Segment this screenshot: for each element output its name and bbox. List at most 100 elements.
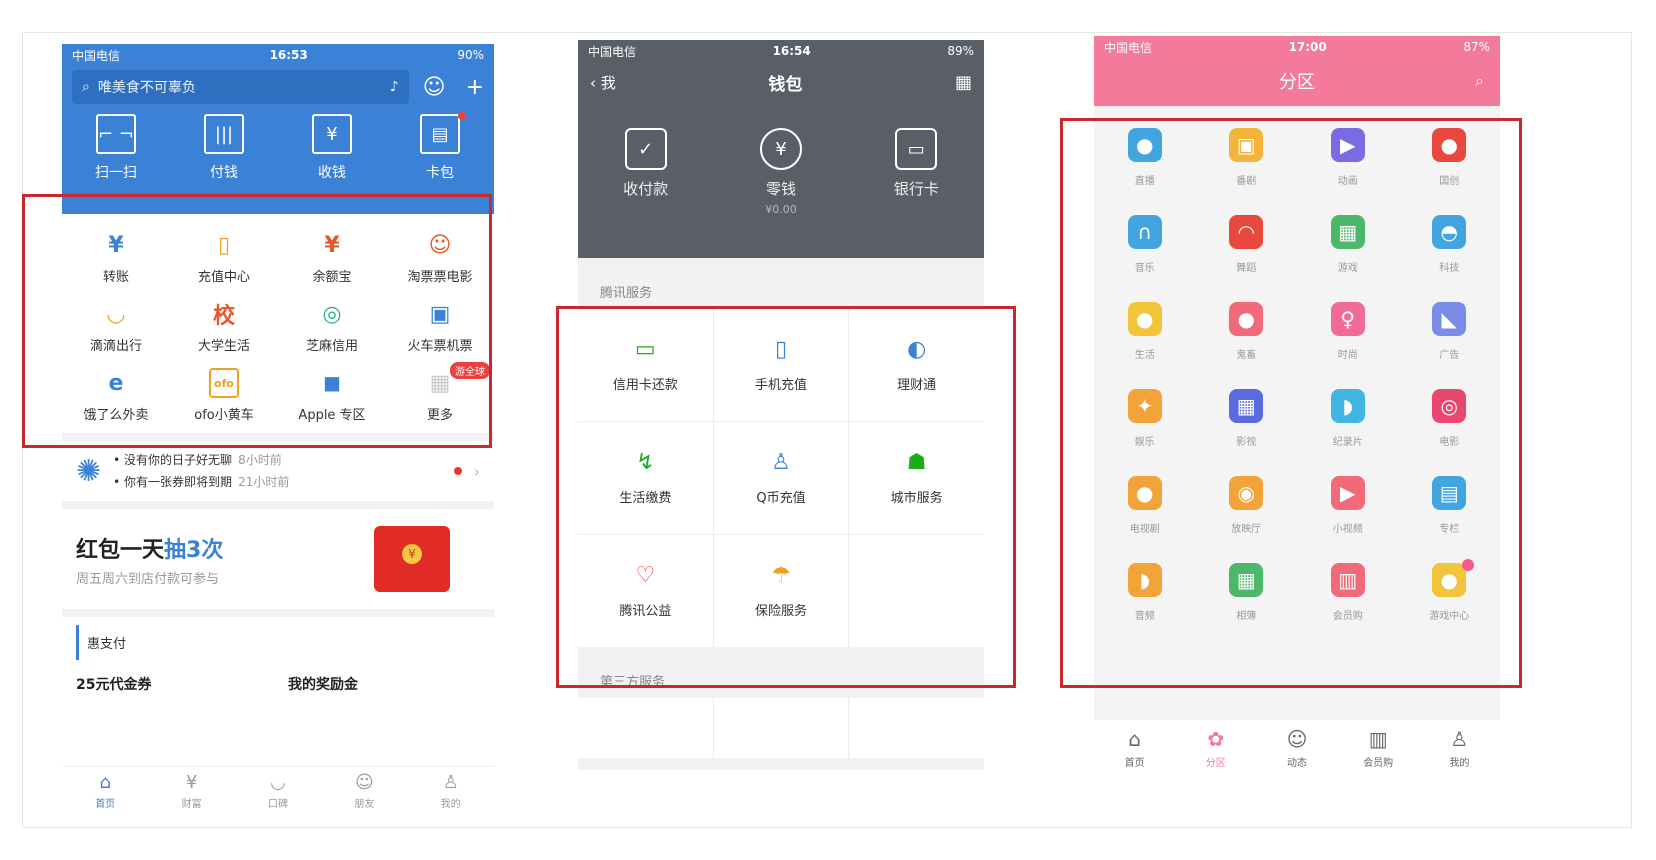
tab-2[interactable]: ◡ 口碑 xyxy=(235,767,321,814)
notification-panel[interactable]: ✺ • 没有你的日子好无聊 8小时前 • 你有一张券即将到期 21小时前 › xyxy=(62,441,494,501)
service-item[interactable]: ☗ 城市服务 xyxy=(849,422,984,534)
service-item[interactable]: ▭ 信用卡还款 xyxy=(578,309,713,421)
category-label: 电视剧 xyxy=(1129,524,1160,535)
search-icon[interactable]: ⌕ xyxy=(1475,71,1484,91)
chevron-right-icon[interactable]: › xyxy=(474,462,480,481)
category-item[interactable]: ▶ 小视频 xyxy=(1297,476,1399,535)
duck-icon: ● xyxy=(1127,302,1162,336)
category-label: 动画 xyxy=(1337,176,1358,187)
grid-item[interactable]: ¥ 转账 xyxy=(62,230,170,286)
category-item[interactable]: ◠ 舞蹈 xyxy=(1196,215,1298,274)
category-item[interactable]: ♀ 时尚 xyxy=(1297,302,1399,361)
service-item[interactable]: ♡ 腾讯公益 xyxy=(578,535,713,647)
grid-item[interactable]: 校大学生活 xyxy=(170,299,278,354)
tab-1[interactable]: ✿ 分区 xyxy=(1175,720,1256,776)
category-item[interactable]: ▦ 影视 xyxy=(1196,389,1298,448)
back-button[interactable]: ‹ 我 xyxy=(590,72,616,93)
service-item[interactable]: ◐ 理财通 xyxy=(849,309,984,421)
category-item[interactable]: ▦ 游戏 xyxy=(1297,215,1399,274)
category-item[interactable]: ∩ 音乐 xyxy=(1094,215,1196,274)
didi-icon: ◡ xyxy=(107,301,125,327)
grid-item[interactable]: ▣ 火车票机票 xyxy=(386,299,494,355)
category-item[interactable]: ● 鬼畜 xyxy=(1196,302,1298,361)
top-action-3[interactable]: ▤ 卡包 xyxy=(386,112,494,182)
wallet-item[interactable]: ▭ 银行卡 xyxy=(849,128,984,216)
tab-3[interactable]: ☺ 朋友 xyxy=(321,767,407,814)
tab-2[interactable]: ☺ 动态 xyxy=(1256,720,1337,776)
grid-item[interactable]: ◡ 滴滴出行 xyxy=(62,299,170,355)
add-icon[interactable]: + xyxy=(466,75,484,100)
category-item[interactable]: ▶ 动画 xyxy=(1297,128,1399,187)
grid-item-label: Apple 专区 xyxy=(298,408,366,423)
shopping-bag-icon: ▥ xyxy=(1330,563,1365,597)
notice-item: • 没有你的日子好无聊 8小时前 xyxy=(113,453,282,467)
category-item[interactable]: ▤ 专栏 xyxy=(1399,476,1501,535)
grid-item[interactable]: ☺ 淘票票电影 xyxy=(386,230,494,286)
category-item[interactable]: ◎ 电影 xyxy=(1399,389,1501,448)
grid-item[interactable]: e 饿了么外卖 xyxy=(62,368,170,424)
notification-badge xyxy=(1462,559,1474,571)
grid-item-label: 大学生活 xyxy=(197,339,250,354)
category-item[interactable]: ◉ 放映厅 xyxy=(1196,476,1298,535)
wallet-item[interactable]: ¥ 零钱 ¥0.00 xyxy=(713,128,848,216)
category-item[interactable]: ● 国创 xyxy=(1399,128,1501,187)
dolphin-icon: ◗ xyxy=(1330,389,1365,423)
clock: 16:53 xyxy=(269,48,308,62)
microphone-icon[interactable]: ♪ xyxy=(390,79,399,95)
top-action-1[interactable]: ||| 付钱 xyxy=(170,114,278,182)
monkey-icon: ● xyxy=(1229,302,1264,336)
red-envelope-icon xyxy=(374,526,450,592)
divider xyxy=(62,501,494,509)
red-packet-banner[interactable]: 红包一天抽3次 周五周六到店付款可参与 xyxy=(62,509,494,609)
fan-icon: ◠ xyxy=(1229,215,1264,249)
category-item[interactable]: ● 生活 xyxy=(1094,302,1196,361)
search-input[interactable]: ⌕ 唯美食不可辜负 ♪ xyxy=(72,70,409,104)
service-item[interactable]: ☂ 保险服务 xyxy=(713,535,849,647)
tab-1[interactable]: ¥ 财富 xyxy=(148,767,234,814)
service-item[interactable]: ▯ 手机充值 xyxy=(713,309,849,421)
tab-4[interactable]: ♙ 我的 xyxy=(408,767,494,814)
category-label: 番剧 xyxy=(1236,176,1257,187)
promo-item[interactable]: 我的奖励金 xyxy=(288,674,480,694)
category-item[interactable]: ◓ 科技 xyxy=(1399,215,1501,274)
service-item[interactable]: ♙ Q币充值 xyxy=(713,422,849,534)
category-item[interactable]: ● 直播 xyxy=(1094,128,1196,187)
grid-item[interactable]: ◼ Apple 专区 xyxy=(278,368,386,424)
grid-item[interactable]: ofo ofo小黄车 xyxy=(170,368,278,423)
category-item[interactable]: ✦ 娱乐 xyxy=(1094,389,1196,448)
category-item[interactable]: ◗ 音频 xyxy=(1094,563,1196,622)
category-label: 专栏 xyxy=(1439,524,1460,535)
grid-item[interactable]: ¥ 余额宝 xyxy=(278,230,386,286)
tab-0[interactable]: ⌂ 首页 xyxy=(62,767,148,814)
category-item[interactable]: ● 游戏中心 xyxy=(1399,559,1501,622)
top-action-2[interactable]: ¥ 收钱 xyxy=(278,114,386,182)
chevron-left-icon: ‹ xyxy=(590,73,601,92)
category-label: 鬼畜 xyxy=(1236,350,1257,361)
category-item[interactable]: ▥ 会员购 xyxy=(1297,563,1399,622)
top-action-0[interactable]: ⌐ ¬ 扫一扫 xyxy=(62,114,170,182)
film-icon: ▦ xyxy=(1229,389,1264,423)
carrier: 中国电信 xyxy=(588,44,637,59)
promo-item[interactable]: 25元代金券 xyxy=(76,674,268,694)
grid-item[interactable]: ▯ 充值中心 xyxy=(170,230,278,286)
tab-label: 首页 xyxy=(1124,758,1145,769)
contacts-icon[interactable]: ☺ xyxy=(423,75,446,100)
category-item[interactable]: ▦ 相簿 xyxy=(1196,563,1298,622)
grid-menu-icon[interactable]: ▦ xyxy=(955,72,972,93)
game-center-icon: ● xyxy=(1432,563,1467,597)
grid-item[interactable]: ▦ 更多 游全球 xyxy=(386,362,494,423)
wallet-item[interactable]: ✓ 收付款 xyxy=(578,128,713,216)
tab-bar: ⌂ 首页 ✿ 分区 ☺ 动态 ▥ 会员购 ♙ 我的 xyxy=(1094,720,1500,776)
unread-dot xyxy=(458,112,466,120)
credit-card-icon: ▭ xyxy=(634,337,656,362)
tab-3[interactable]: ▥ 会员购 xyxy=(1338,720,1419,776)
category-item[interactable]: ◣ 广告 xyxy=(1399,302,1501,361)
category-item[interactable]: ◗ 纪录片 xyxy=(1297,389,1399,448)
tab-4[interactable]: ♙ 我的 xyxy=(1419,720,1500,776)
profile-icon: ♙ xyxy=(1450,727,1469,751)
category-item[interactable]: ▣ 番剧 xyxy=(1196,128,1298,187)
tab-0[interactable]: ⌂ 首页 xyxy=(1094,720,1175,776)
category-item[interactable]: ● 电视剧 xyxy=(1094,476,1196,535)
grid-item[interactable]: ◎ 芝麻信用 xyxy=(278,299,386,355)
service-item[interactable]: ↯ 生活缴费 xyxy=(578,422,713,534)
